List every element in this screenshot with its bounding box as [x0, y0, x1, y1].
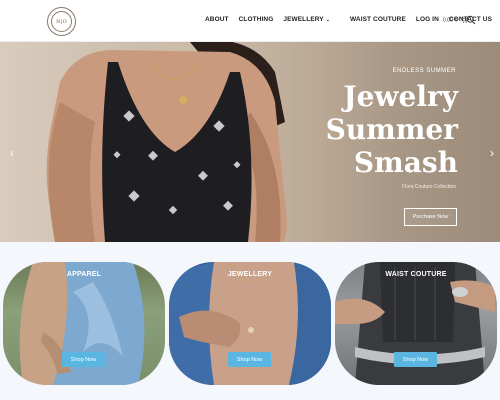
hero-title-line: Summer	[325, 113, 458, 146]
nav-jewellery-label: JEWELLERY	[283, 16, 324, 23]
logo[interactable]: N|O	[47, 7, 76, 36]
chevron-down-icon: ⌄	[325, 17, 331, 23]
chevron-right-icon[interactable]: ›	[490, 146, 494, 160]
nav-jewellery[interactable]: JEWELLERY ⌄	[283, 16, 340, 23]
category-section: APPAREL Shop Now JEWELLERY Shop Now WAIS…	[0, 242, 500, 400]
hero-title-line: Jewelry	[343, 80, 458, 113]
site-header: N|O ABOUT CLOTHING JEWELLERY ⌄ WAIST COUT…	[0, 0, 500, 42]
logo-mark: N|O	[51, 11, 72, 32]
cart-total: 0.00 ₹	[443, 17, 458, 24]
hero-title-line: Smash	[353, 146, 458, 179]
shop-now-button[interactable]: Shop Now	[62, 352, 105, 367]
shop-now-button[interactable]: Shop Now	[228, 352, 271, 367]
shop-now-button[interactable]: Shop Now	[394, 352, 437, 367]
hero-title: Jewelry Summer Smash	[308, 80, 458, 179]
category-title: WAIST COUTURE	[385, 271, 447, 278]
nav-waist-couture[interactable]: WAIST COUTURE	[350, 16, 406, 23]
chevron-left-icon[interactable]: ‹	[10, 146, 14, 160]
purchase-now-button[interactable]: Purchase Now	[404, 208, 457, 226]
nav-clothing[interactable]: CLOTHING	[239, 16, 274, 23]
hero-eyebrow: ENDLESS SUMMER	[392, 68, 456, 74]
cart-link[interactable]: 0.00 ₹	[443, 17, 468, 23]
hero-banner: ‹ › ENDLESS SUMMER Jewelry Summer Smash …	[0, 42, 500, 242]
category-title: JEWELLERY	[227, 271, 273, 278]
category-title: APPAREL	[66, 271, 102, 278]
nav-log-in[interactable]: LOG IN	[416, 16, 439, 23]
category-card-waist-couture[interactable]: WAIST COUTURE Shop Now	[335, 262, 497, 385]
category-card-apparel[interactable]: APPAREL Shop Now	[3, 262, 165, 385]
nav-about[interactable]: ABOUT	[205, 16, 229, 23]
category-card-jewellery[interactable]: JEWELLERY Shop Now	[169, 262, 331, 385]
hero-collection: Flora Couture Collection	[402, 184, 456, 190]
search-icon[interactable]	[466, 15, 476, 25]
